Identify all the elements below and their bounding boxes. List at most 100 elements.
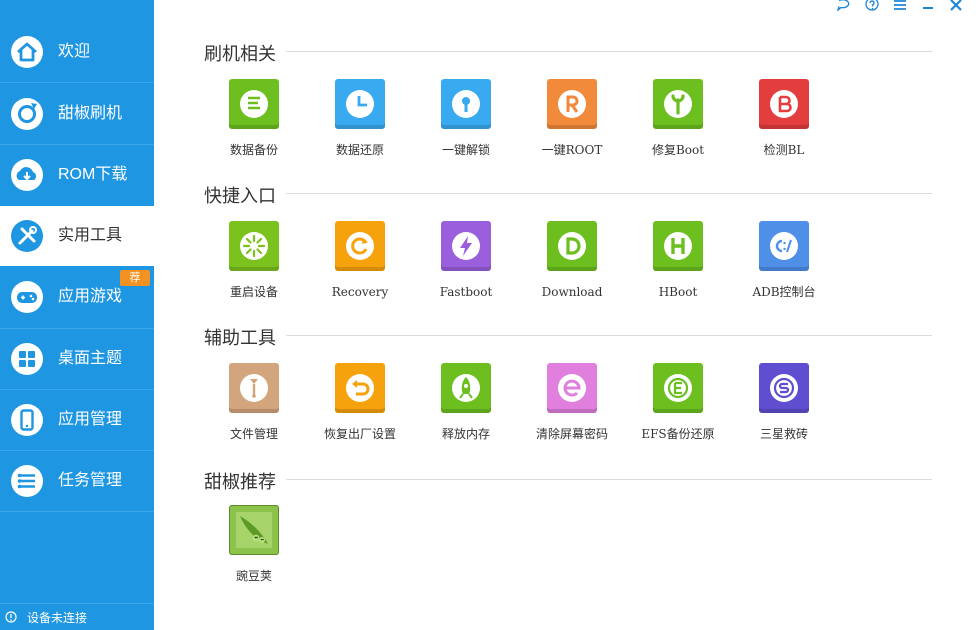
recovery-tile <box>335 221 385 271</box>
divider <box>286 193 932 194</box>
minimize-button[interactable] <box>918 0 938 14</box>
sidebar-item-welcome[interactable]: 欢迎 <box>0 22 154 82</box>
tool-free-memory[interactable]: 释放内存 <box>421 363 511 441</box>
samsung-tile <box>759 363 809 413</box>
tool-fastboot[interactable]: Fastboot <box>421 221 511 299</box>
tool-hboot[interactable]: HBoot <box>633 221 723 299</box>
reset-icon <box>346 374 374 402</box>
tool-label: 清除屏幕密码 <box>535 427 608 441</box>
sidebar-item-label: 桌面主题 <box>58 350 123 367</box>
efs-tile <box>653 363 703 413</box>
info-icon <box>5 611 17 623</box>
clear-password-tile <box>547 363 597 413</box>
tool-data-backup[interactable]: 数据备份 <box>209 79 299 157</box>
window-controls <box>834 0 966 14</box>
minimize-icon <box>923 7 933 9</box>
tool-label: 修复Boot <box>651 143 705 157</box>
sidebar-item-label: 应用游戏 <box>58 288 123 305</box>
chat-icon <box>836 0 850 11</box>
detect-bl-tile <box>759 79 809 129</box>
connection-status: 设备未连接 <box>0 603 154 630</box>
factory-reset-tile <box>335 363 385 413</box>
section-title-auxiliary: 辅助工具 <box>204 328 276 348</box>
home-icon <box>11 36 43 68</box>
sidebar-item-themes[interactable]: 桌面主题 <box>0 329 154 389</box>
tool-label: 恢复出厂设置 <box>323 427 396 441</box>
tool-factory-reset[interactable]: 恢复出厂设置 <box>315 363 405 441</box>
fastboot-tile <box>441 221 491 271</box>
bl-b-icon <box>770 90 798 118</box>
sidebar-item-label: 应用管理 <box>58 411 123 428</box>
wrench-icon <box>664 90 692 118</box>
tools-icon <box>11 220 43 252</box>
sidebar-item-apps-games[interactable]: 应用游戏 荐 <box>0 267 154 327</box>
tool-data-restore[interactable]: 数据还原 <box>315 79 405 157</box>
sidebar-item-app-manager[interactable]: 应用管理 <box>0 390 154 450</box>
file-manager-tile <box>229 363 279 413</box>
tool-label: 豌豆荚 <box>235 569 272 583</box>
sidebar-item-label: ROM下载 <box>58 166 128 183</box>
erase-icon <box>558 374 586 402</box>
unlock-tile <box>441 79 491 129</box>
help-icon <box>865 0 879 11</box>
divider <box>286 335 932 336</box>
feedback-button[interactable] <box>834 0 854 14</box>
status-text: 设备未连接 <box>27 610 88 625</box>
tool-label: 文件管理 <box>229 427 278 441</box>
repair-boot-tile <box>653 79 703 129</box>
restart-tile <box>229 221 279 271</box>
wandoujia-tile <box>229 505 279 555</box>
sidebar-item-flash[interactable]: 甜椒刷机 <box>0 84 154 144</box>
key-icon <box>452 90 480 118</box>
close-button[interactable] <box>946 0 966 14</box>
sidebar: 欢迎 甜椒刷机 ROM下载 实用工具 应用游戏 荐 桌面主题 应用管理 任务管理… <box>0 0 154 630</box>
tool-label: EFS备份还原 <box>641 427 715 441</box>
adb-tile <box>759 221 809 271</box>
refresh-icon <box>11 98 43 130</box>
sidebar-item-rom-download[interactable]: ROM下载 <box>0 145 154 205</box>
tool-wandoujia[interactable]: 豌豆荚 <box>209 505 299 583</box>
help-button[interactable] <box>862 0 882 14</box>
sidebar-item-tools[interactable]: 实用工具 <box>0 206 154 266</box>
tool-file-manager[interactable]: 文件管理 <box>209 363 299 441</box>
tool-one-click-root[interactable]: 一键ROOT <box>527 79 617 157</box>
gamepad-icon <box>11 281 43 313</box>
tool-recovery[interactable]: Recovery <box>315 221 405 299</box>
peapod-icon <box>236 512 272 548</box>
download-tile <box>547 221 597 271</box>
backup-icon <box>240 90 268 118</box>
hboot-h-icon <box>664 232 692 260</box>
tool-repair-boot[interactable]: 修复Boot <box>633 79 723 157</box>
list-icon <box>11 465 43 497</box>
tool-one-click-unlock[interactable]: 一键解锁 <box>421 79 511 157</box>
recommend-badge: 荐 <box>120 270 150 286</box>
tool-label: 数据还原 <box>335 143 384 157</box>
divider <box>286 51 932 52</box>
tool-adb-console[interactable]: ADB控制台 <box>739 221 829 299</box>
tool-clear-screen-password[interactable]: 清除屏幕密码 <box>527 363 617 441</box>
tool-label: ADB控制台 <box>752 285 816 299</box>
hboot-tile <box>653 221 703 271</box>
tool-detect-bl[interactable]: 检测BL <box>739 79 829 157</box>
tool-efs-backup-restore[interactable]: EFS备份还原 <box>633 363 723 441</box>
tool-label: 三星救砖 <box>759 427 808 441</box>
menu-button[interactable] <box>890 0 910 14</box>
tool-samsung-unbrick[interactable]: 三星救砖 <box>739 363 829 441</box>
tool-restart-device[interactable]: 重启设备 <box>209 221 299 299</box>
rocket-icon <box>452 374 480 402</box>
tool-label: 一键解锁 <box>441 143 490 157</box>
section-title-shortcuts: 快捷入口 <box>204 186 276 206</box>
main-content: 刷机相关 数据备份 数据还原 一键解锁 一键ROOT 修复Boot 检测BL 快… <box>154 0 978 630</box>
root-r-icon <box>558 90 586 118</box>
sidebar-item-task-manager[interactable]: 任务管理 <box>0 451 154 511</box>
restart-icon <box>240 232 268 260</box>
tool-label: 数据备份 <box>229 143 278 157</box>
restore-tile <box>335 79 385 129</box>
tool-label: 一键ROOT <box>541 143 603 157</box>
tool-label: 检测BL <box>763 143 805 157</box>
download-d-icon <box>558 232 586 260</box>
sidebar-item-label: 甜椒刷机 <box>58 105 123 122</box>
tool-download[interactable]: Download <box>527 221 617 299</box>
divider <box>0 82 154 83</box>
grid-icon <box>11 343 43 375</box>
